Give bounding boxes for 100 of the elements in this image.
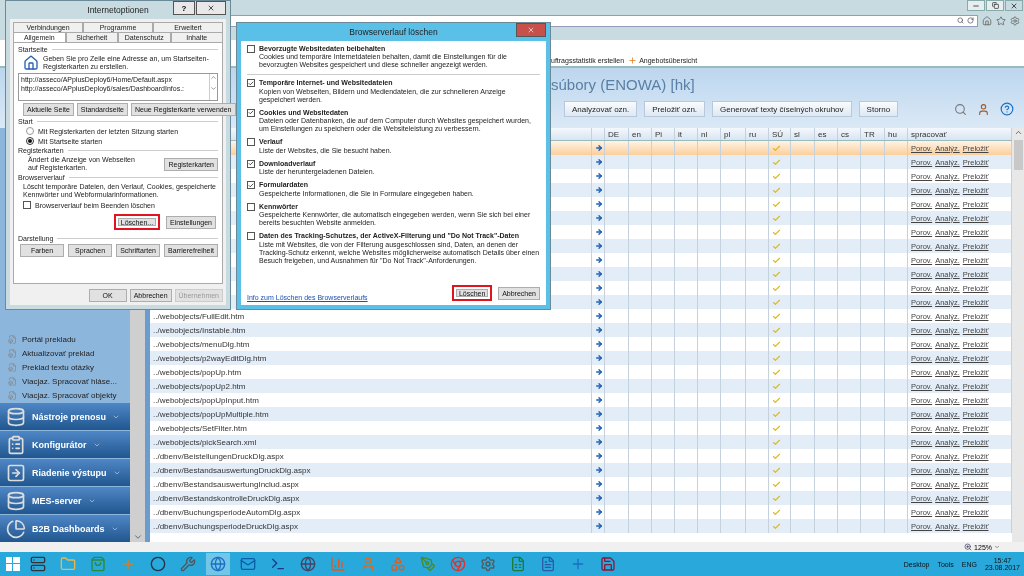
arrow-icon[interactable] bbox=[595, 158, 603, 166]
checkbox[interactable] bbox=[247, 232, 255, 241]
sidebar-section[interactable]: Nástroje prenosu bbox=[0, 403, 130, 430]
arrow-icon[interactable] bbox=[595, 298, 603, 306]
restore-button[interactable] bbox=[986, 0, 1004, 11]
table-cell: ../webobjects/popUp2.htm bbox=[153, 381, 246, 391]
table-cell: ../dbenv/BuchungsperiodeAutomDlg.aspx bbox=[153, 507, 301, 517]
arrow-icon[interactable] bbox=[595, 368, 603, 376]
document-icon bbox=[8, 362, 17, 372]
toolbar-button[interactable]: Preložiť ozn. bbox=[644, 101, 706, 117]
arrow-icon[interactable] bbox=[595, 228, 603, 236]
arrow-icon[interactable] bbox=[595, 270, 603, 278]
arrow-icon[interactable] bbox=[595, 522, 603, 530]
arrow-icon[interactable] bbox=[595, 284, 603, 292]
browser-icon[interactable] bbox=[206, 553, 230, 575]
toolbar-button[interactable]: Storno bbox=[858, 101, 899, 117]
sidebar-section[interactable]: Riadenie výstupu bbox=[0, 459, 130, 486]
help-icon[interactable] bbox=[1000, 102, 1015, 116]
column-header: ru bbox=[749, 129, 757, 139]
arrow-icon[interactable] bbox=[595, 242, 603, 250]
search-icon[interactable] bbox=[957, 17, 964, 24]
plus-icon bbox=[628, 56, 638, 65]
scrollbar-thumb[interactable] bbox=[1013, 140, 1023, 170]
table-cell: ../dbenv/BestandsauswertungInclud.aspx bbox=[153, 479, 299, 489]
restore-icon bbox=[991, 2, 999, 9]
checkbox[interactable] bbox=[247, 108, 255, 117]
arrow-icon[interactable] bbox=[595, 410, 603, 418]
sidebar-section[interactable]: Konfigurátor bbox=[0, 431, 130, 458]
document-icon bbox=[8, 348, 17, 358]
column-header: TR bbox=[864, 129, 875, 139]
scroll-up-icon[interactable] bbox=[1013, 128, 1023, 137]
arrow-icon[interactable] bbox=[595, 508, 603, 516]
arrow-icon[interactable] bbox=[595, 494, 603, 502]
arrow-icon[interactable] bbox=[595, 480, 603, 488]
sidebar-item[interactable]: Viacjaz. Spracovať objekty bbox=[22, 390, 117, 400]
database-icon bbox=[6, 406, 26, 427]
arrow-icon[interactable] bbox=[595, 452, 603, 460]
sidebar-section[interactable]: B2B Dashboards bbox=[0, 515, 130, 542]
table-cell: ../dbenv/BestandsauswertungDruckDlg.aspx bbox=[153, 465, 311, 475]
table-cell: ../webobjects/popUpMultiple.htm bbox=[153, 409, 269, 419]
table-cell: ../webobjects/FullEdit.htm bbox=[153, 311, 245, 321]
close-button[interactable] bbox=[1005, 0, 1023, 11]
arrow-icon[interactable] bbox=[595, 200, 603, 208]
sidebar-item[interactable]: Viacjaz. Spracovať hláse... bbox=[22, 376, 117, 386]
arrow-icon[interactable] bbox=[595, 382, 603, 390]
table-cell: ../dbenv/BuchungsperiodeDruckDlg.aspx bbox=[153, 521, 298, 531]
document-icon bbox=[8, 376, 17, 386]
refresh-icon[interactable] bbox=[967, 17, 974, 24]
column-header: es bbox=[818, 129, 827, 139]
toolbar-button[interactable]: Generovať texty číselných okruhov bbox=[712, 101, 852, 117]
sidebar-item[interactable]: Portál prekladu bbox=[22, 334, 76, 344]
arrow-icon[interactable] bbox=[595, 466, 603, 474]
arrow-icon[interactable] bbox=[595, 354, 603, 362]
windows-logo-icon[interactable] bbox=[6, 557, 20, 571]
person-icon[interactable] bbox=[977, 102, 991, 116]
toolbar-button[interactable]: Analyzovať ozn. bbox=[564, 101, 638, 117]
document-icon bbox=[8, 334, 17, 344]
arrow-icon[interactable] bbox=[595, 172, 603, 180]
document-icon bbox=[8, 390, 17, 400]
arrow-icon[interactable] bbox=[595, 396, 603, 404]
help-button[interactable]: ? bbox=[173, 1, 195, 15]
close-icon bbox=[1010, 1, 1018, 10]
page-title: súbory (ENOWA) [hk] bbox=[551, 76, 696, 93]
table-cell: ../webobjects/popUp.htm bbox=[153, 367, 242, 377]
sidebar-section[interactable]: MES-server bbox=[0, 487, 130, 514]
table-cell: ../webobjects/p2wayEditDlg.htm bbox=[153, 353, 267, 363]
column-header: Pi bbox=[655, 129, 663, 139]
star-icon[interactable] bbox=[996, 15, 1006, 26]
pie-chart-icon bbox=[6, 518, 26, 539]
table-cell: ../dbenv/BestandskontrolleDruckDlg.aspx bbox=[153, 493, 300, 503]
checkbox[interactable] bbox=[247, 202, 255, 211]
arrow-icon[interactable] bbox=[595, 186, 603, 194]
arrow-icon[interactable] bbox=[595, 256, 603, 264]
checkbox[interactable] bbox=[247, 159, 255, 168]
close-button[interactable] bbox=[196, 1, 226, 15]
arrow-icon[interactable] bbox=[595, 144, 603, 152]
radio-button[interactable] bbox=[26, 137, 34, 146]
column-header: DE bbox=[608, 129, 620, 139]
column-header: pl bbox=[724, 129, 731, 139]
checkbox[interactable] bbox=[247, 45, 255, 53]
table-cell: ../webobjects/SetFilter.htm bbox=[153, 423, 247, 433]
column-header: hu bbox=[888, 129, 897, 139]
sort-search-icon[interactable] bbox=[954, 102, 968, 116]
column-header: nl bbox=[701, 129, 708, 139]
sidebar-item[interactable]: Preklad textu otázky bbox=[22, 362, 95, 372]
column-header: it bbox=[678, 129, 682, 139]
checkbox[interactable] bbox=[247, 79, 255, 88]
checkbox[interactable] bbox=[247, 181, 255, 190]
sidebar-item[interactable]: Aktualizovať preklad bbox=[22, 348, 95, 358]
radio-button[interactable] bbox=[26, 127, 34, 136]
arrow-icon[interactable] bbox=[595, 326, 603, 334]
column-header: spracovať bbox=[911, 129, 947, 139]
arrow-icon[interactable] bbox=[595, 438, 603, 446]
zoom-icon[interactable] bbox=[964, 543, 973, 551]
arrow-icon[interactable] bbox=[595, 340, 603, 348]
checkbox[interactable] bbox=[247, 138, 255, 147]
checkbox[interactable] bbox=[23, 201, 31, 210]
arrow-icon[interactable] bbox=[595, 214, 603, 222]
arrow-icon[interactable] bbox=[595, 312, 603, 320]
arrow-icon[interactable] bbox=[595, 424, 603, 432]
